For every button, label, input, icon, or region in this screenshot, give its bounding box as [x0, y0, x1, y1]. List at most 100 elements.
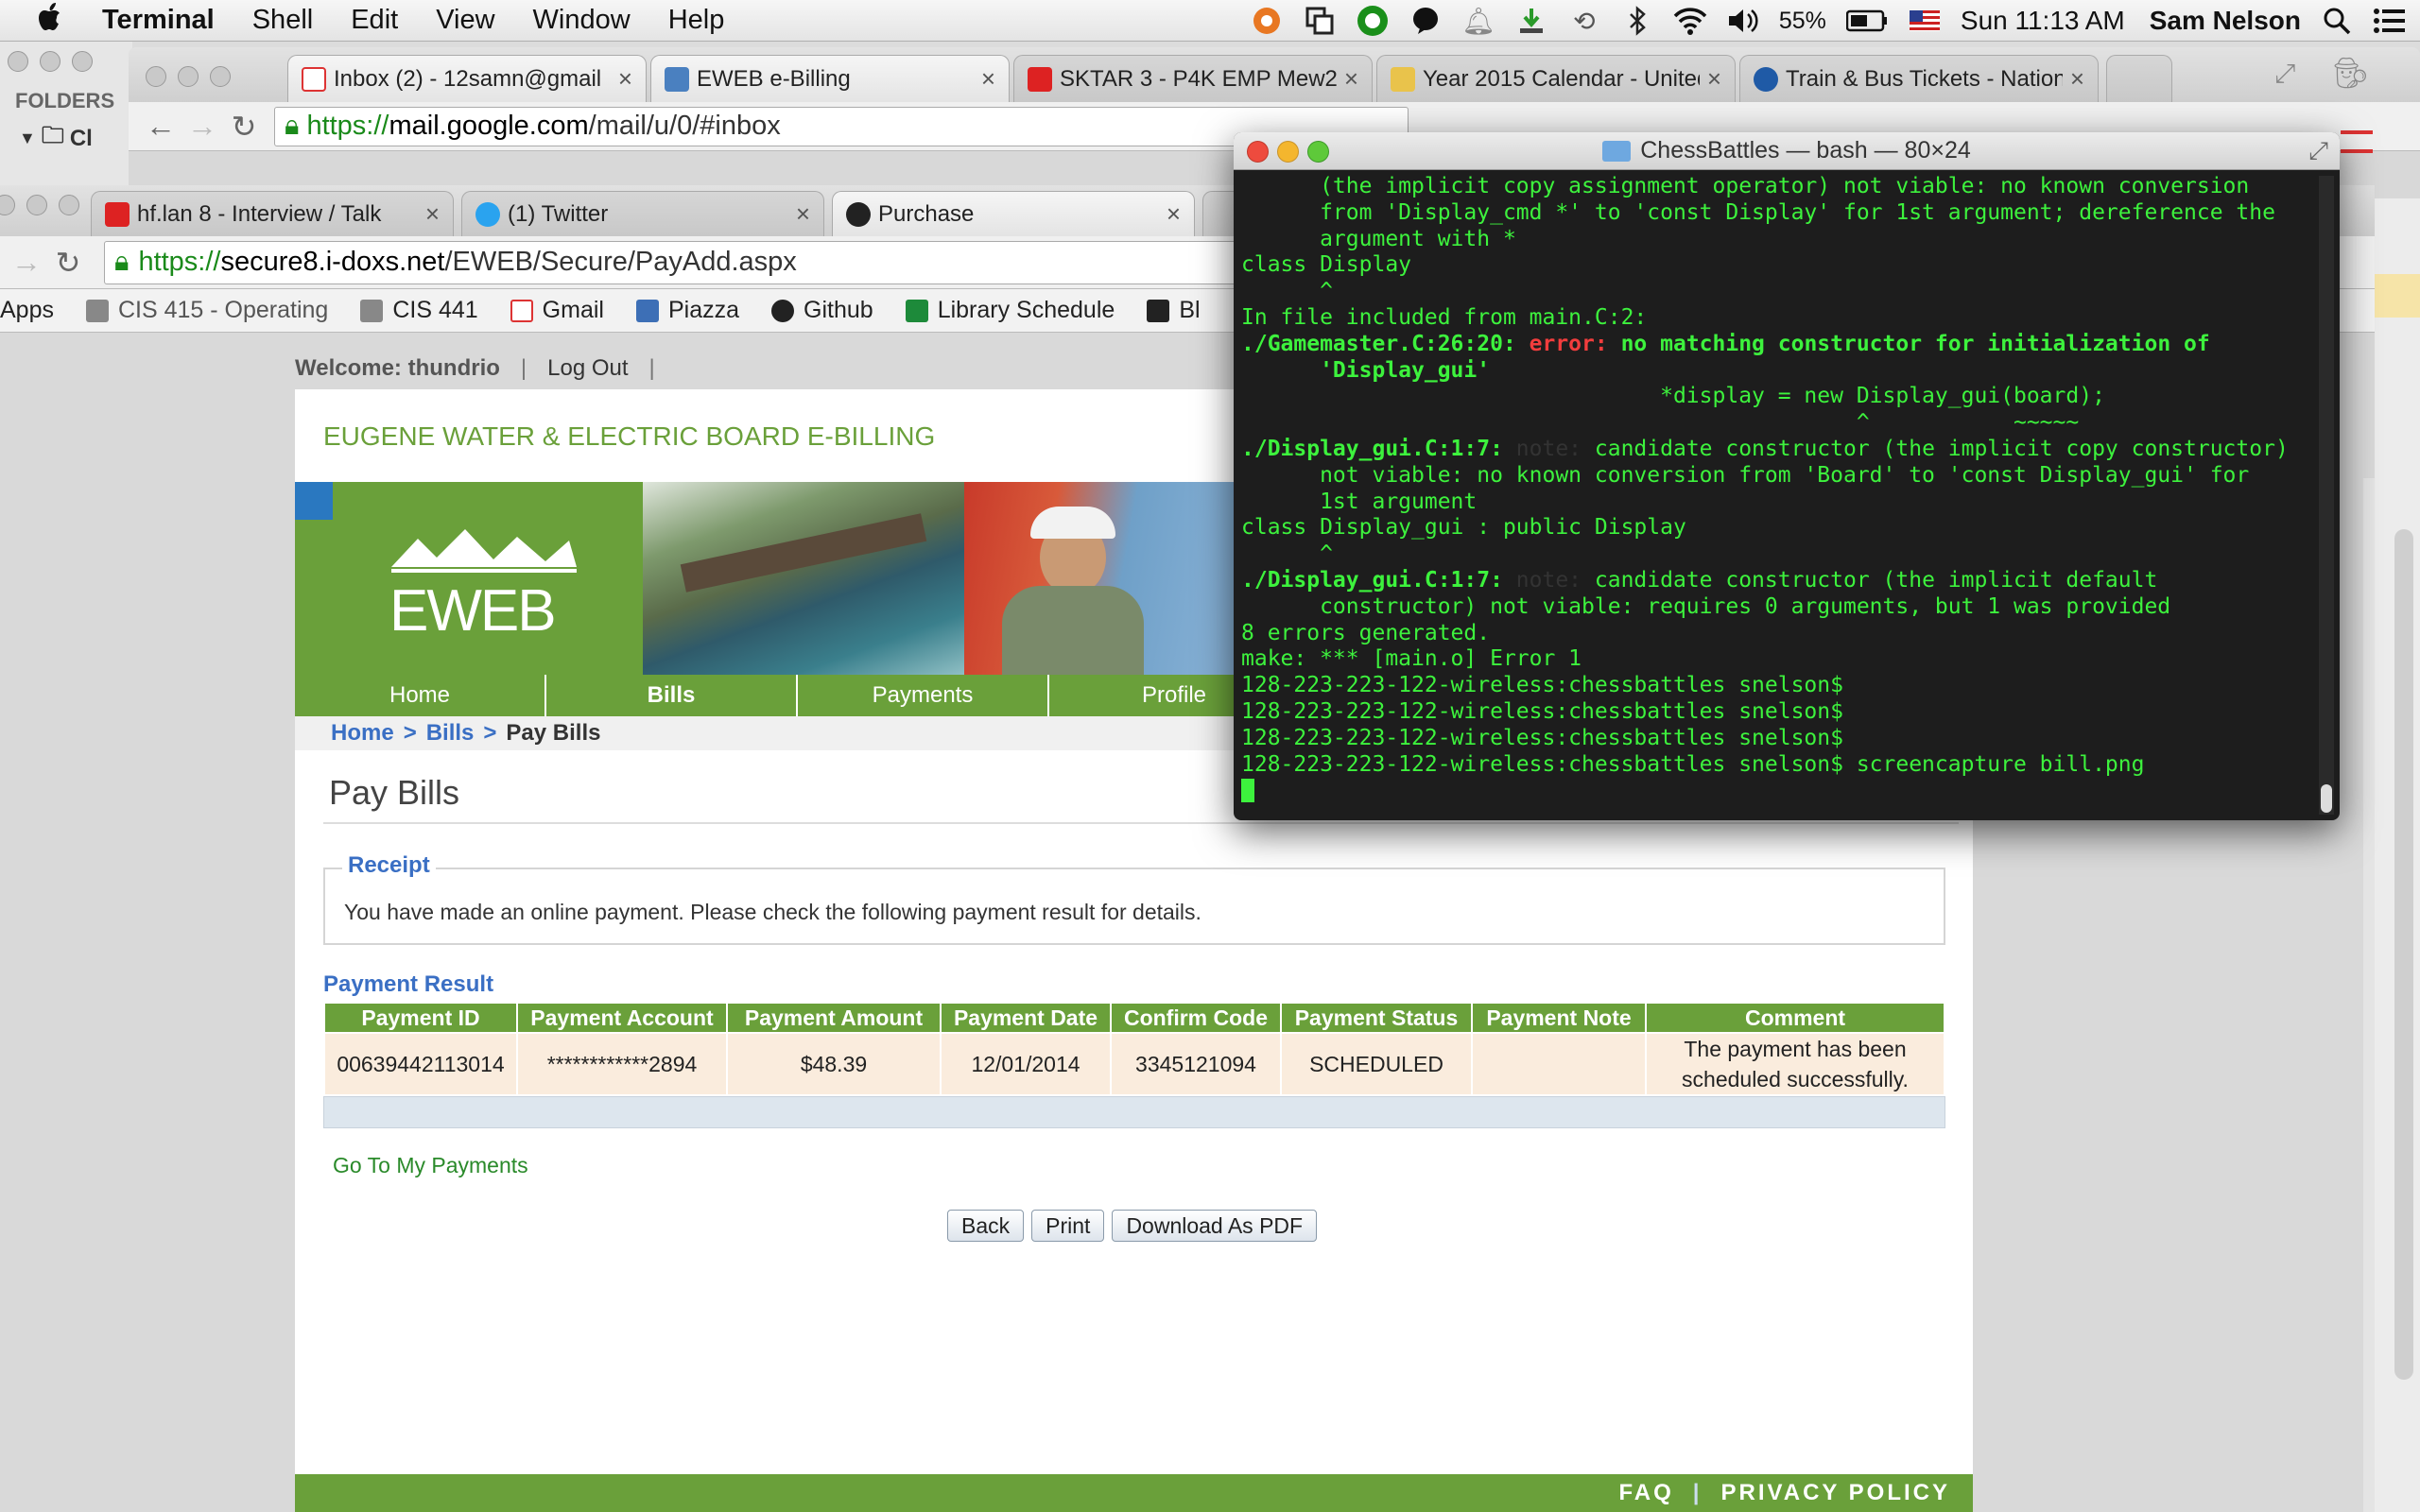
title-rule	[323, 822, 1959, 824]
nav-bills[interactable]: Bills	[546, 675, 798, 716]
close-tab-icon[interactable]: ×	[425, 199, 440, 229]
download-icon[interactable]	[1514, 4, 1548, 38]
tab-amtrak[interactable]: Train & Bus Tickets - Nation ×	[1739, 55, 2099, 102]
bookmark-blackboard[interactable]: Bl	[1147, 297, 1201, 324]
footer-faq-link[interactable]: FAQ	[1618, 1480, 1673, 1506]
go-to-my-payments-link[interactable]: Go To My Payments	[333, 1153, 528, 1178]
terminal-output[interactable]: (the implicit copy assignment operator) …	[1234, 170, 2311, 820]
rss-icon[interactable]	[1250, 4, 1284, 38]
chat-icon[interactable]	[1409, 4, 1443, 38]
close-tab-icon[interactable]: ×	[1344, 64, 1358, 94]
user-name[interactable]: Sam Nelson	[2150, 6, 2301, 36]
comment-line: scheduled successfully.	[1682, 1067, 1909, 1091]
app-menu-terminal[interactable]: Terminal	[83, 5, 233, 36]
close-tab-icon[interactable]: ×	[2070, 64, 2084, 94]
folder-item[interactable]: ▼ 🗀 Cl	[19, 119, 93, 158]
terminal-file-ref: ./Display_gui.C:1:7:	[1241, 436, 1516, 461]
tab-twitter[interactable]: (1) Twitter ×	[461, 191, 824, 236]
bookmark-library-schedule[interactable]: Library Schedule	[905, 297, 1115, 324]
close-tab-icon[interactable]: ×	[981, 64, 995, 94]
reload-icon[interactable]: ↻	[223, 109, 265, 145]
terminal-title-bar[interactable]: ChessBattles — bash — 80×24 ⤢	[1234, 132, 2340, 170]
menu-help[interactable]: Help	[649, 5, 744, 36]
breadcrumb-home[interactable]: Home	[331, 720, 394, 747]
battery-icon[interactable]	[1845, 4, 1889, 38]
reload-icon[interactable]: ↻	[47, 245, 89, 281]
bookmark-apps[interactable]: Apps	[0, 297, 54, 324]
menu-edit[interactable]: Edit	[332, 5, 417, 36]
terminal-scrollbar-thumb[interactable]	[2321, 784, 2332, 813]
payment-result-heading: Payment Result	[323, 971, 494, 997]
zoom-window-button[interactable]	[1307, 141, 1329, 163]
time-machine-icon[interactable]: ⟲	[1567, 4, 1601, 38]
back-arrow-icon[interactable]: ←	[140, 109, 182, 144]
page-scrollbar-track[interactable]	[2363, 478, 2375, 1512]
gmail-menu-icon[interactable]	[2341, 130, 2373, 153]
fullscreen-icon[interactable]: ⤢	[2274, 59, 2295, 90]
nav-payments[interactable]: Payments	[798, 675, 1049, 716]
new-tab-button[interactable]	[2106, 55, 2172, 102]
notification-center-icon[interactable]	[2373, 4, 2407, 38]
bookmark-piazza[interactable]: Piazza	[635, 297, 739, 324]
bookmark-github[interactable]: Github	[771, 297, 873, 324]
tab-purchase[interactable]: Purchase ×	[832, 191, 1195, 236]
logout-link[interactable]: Log Out	[547, 355, 628, 382]
terminal-line: ^	[1241, 541, 1333, 567]
table-header-row: Payment ID Payment Account Payment Amoun…	[323, 1002, 1945, 1034]
download-pdf-button[interactable]: Download As PDF	[1112, 1210, 1318, 1242]
close-tab-icon[interactable]: ×	[1707, 64, 1721, 94]
forward-arrow-icon[interactable]: →	[182, 109, 223, 144]
terminal-line: 'Display_gui'	[1241, 357, 1491, 383]
sync-icon[interactable]	[1356, 4, 1390, 38]
bookmark-gmail[interactable]: Gmail	[510, 297, 604, 324]
nav-home[interactable]: Home	[295, 675, 546, 716]
spotlight-search-icon[interactable]	[2320, 4, 2354, 38]
col-confirm-code: Confirm Code	[1110, 1002, 1282, 1034]
close-tab-icon[interactable]: ×	[796, 199, 810, 229]
bookmark-cis441[interactable]: CIS 441	[360, 297, 478, 324]
back-window-controls[interactable]	[146, 66, 242, 92]
fullscreen-icon[interactable]: ⤢	[2308, 136, 2328, 166]
bluetooth-icon[interactable]	[1620, 4, 1654, 38]
close-tab-icon[interactable]: ×	[1167, 199, 1181, 229]
close-tab-icon[interactable]: ×	[618, 64, 632, 94]
print-button[interactable]: Print	[1031, 1210, 1105, 1242]
terminal-note-label: note:	[1515, 567, 1582, 593]
terminal-scrollbar[interactable]	[2319, 176, 2334, 815]
front-window-controls[interactable]	[0, 195, 91, 220]
clock[interactable]: Sun 11:13 AM	[1961, 6, 2125, 36]
tab-youtube-sktar[interactable]: SKTAR 3 - P4K EMP Mew2K ×	[1013, 55, 1373, 102]
back-button[interactable]: Back	[947, 1210, 1025, 1242]
eweb-header-title: EUGENE WATER & ELECTRIC BOARD E-BILLING	[323, 421, 936, 451]
footer-privacy-link[interactable]: PRIVACY POLICY	[1721, 1480, 1950, 1506]
screens-icon[interactable]	[1303, 4, 1337, 38]
battery-percent: 55%	[1778, 7, 1826, 34]
menu-view[interactable]: View	[417, 5, 513, 36]
footer-divider: |	[1692, 1480, 1703, 1505]
tab-youtube-interview[interactable]: hf.lan 8 - Interview / Talk ×	[91, 191, 454, 236]
apple-menu-icon[interactable]	[0, 2, 83, 40]
lock-icon: 🔒︎	[285, 111, 300, 141]
back-page-scrollbar[interactable]	[2394, 529, 2413, 1380]
close-window-button[interactable]	[1247, 141, 1269, 163]
tab-eweb-ebilling[interactable]: EWEB e-Billing ×	[650, 55, 1010, 102]
cell-payment-note	[1471, 1032, 1647, 1096]
tab-calendar[interactable]: Year 2015 Calendar - United ×	[1376, 55, 1736, 102]
menu-shell[interactable]: Shell	[233, 5, 333, 36]
us-flag-icon[interactable]	[1908, 4, 1942, 38]
notification-bell-icon[interactable]: 🔔︎	[1461, 4, 1495, 38]
wifi-icon[interactable]	[1673, 4, 1707, 38]
terminal-line: make: *** [main.o] Error 1	[1241, 646, 1582, 672]
terminal-line: 1st argument	[1241, 489, 1478, 514]
breadcrumb-bills[interactable]: Bills	[426, 720, 475, 747]
forward-arrow-icon[interactable]: →	[6, 245, 47, 280]
menu-window[interactable]: Window	[514, 5, 649, 36]
mail-window-controls[interactable]	[8, 51, 104, 77]
front-url-field[interactable]: 🔒︎ https://secure8.i-doxs.net/EWEB/Secur…	[104, 240, 1295, 284]
volume-icon[interactable]	[1726, 4, 1760, 38]
tab-gmail-inbox[interactable]: Inbox (2) - 12samn@gmail ×	[287, 55, 647, 102]
minimize-window-button[interactable]	[1277, 141, 1299, 163]
bookmark-cis415[interactable]: CIS 415 - Operating	[85, 297, 328, 324]
divider: |	[520, 355, 527, 381]
disclosure-triangle-icon[interactable]: ▼	[19, 129, 36, 148]
